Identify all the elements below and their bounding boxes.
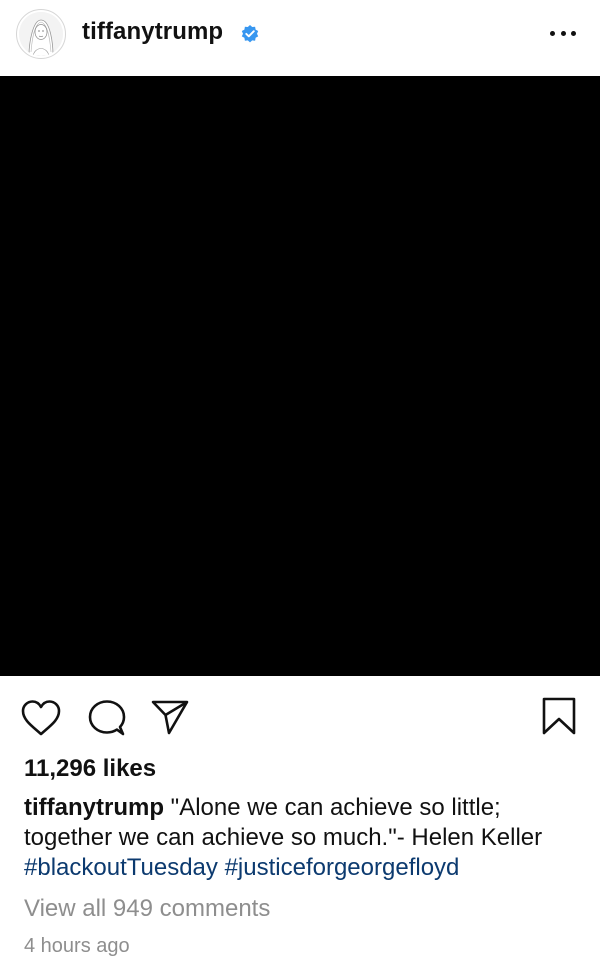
more-options-icon[interactable] — [550, 29, 576, 37]
hashtag-justiceforgeorgefloyd[interactable]: #justiceforgeorgefloyd — [225, 854, 460, 881]
verified-badge-icon — [241, 25, 259, 43]
bookmark-icon[interactable] — [540, 696, 578, 736]
profile-picture — [19, 12, 63, 56]
share-icon[interactable] — [150, 698, 190, 736]
avatar[interactable] — [16, 9, 66, 59]
post-timestamp: 4 hours ago — [24, 935, 130, 957]
profile-sketch-icon — [19, 12, 63, 56]
comment-icon[interactable] — [87, 699, 127, 737]
action-bar — [0, 676, 600, 756]
post-image[interactable] — [0, 76, 600, 676]
post-caption: tiffanytrump "Alone we can achieve so li… — [24, 793, 584, 883]
post-header: tiffanytrump — [0, 0, 600, 76]
header-username[interactable]: tiffanytrump — [82, 18, 223, 46]
hashtag-blackouttuesday[interactable]: #blackoutTuesday — [24, 854, 218, 881]
likes-count[interactable]: 11,296 likes — [24, 755, 156, 783]
heart-icon[interactable] — [20, 699, 62, 737]
view-comments-link[interactable]: View all 949 comments — [24, 895, 270, 923]
caption-username[interactable]: tiffanytrump — [24, 794, 164, 821]
